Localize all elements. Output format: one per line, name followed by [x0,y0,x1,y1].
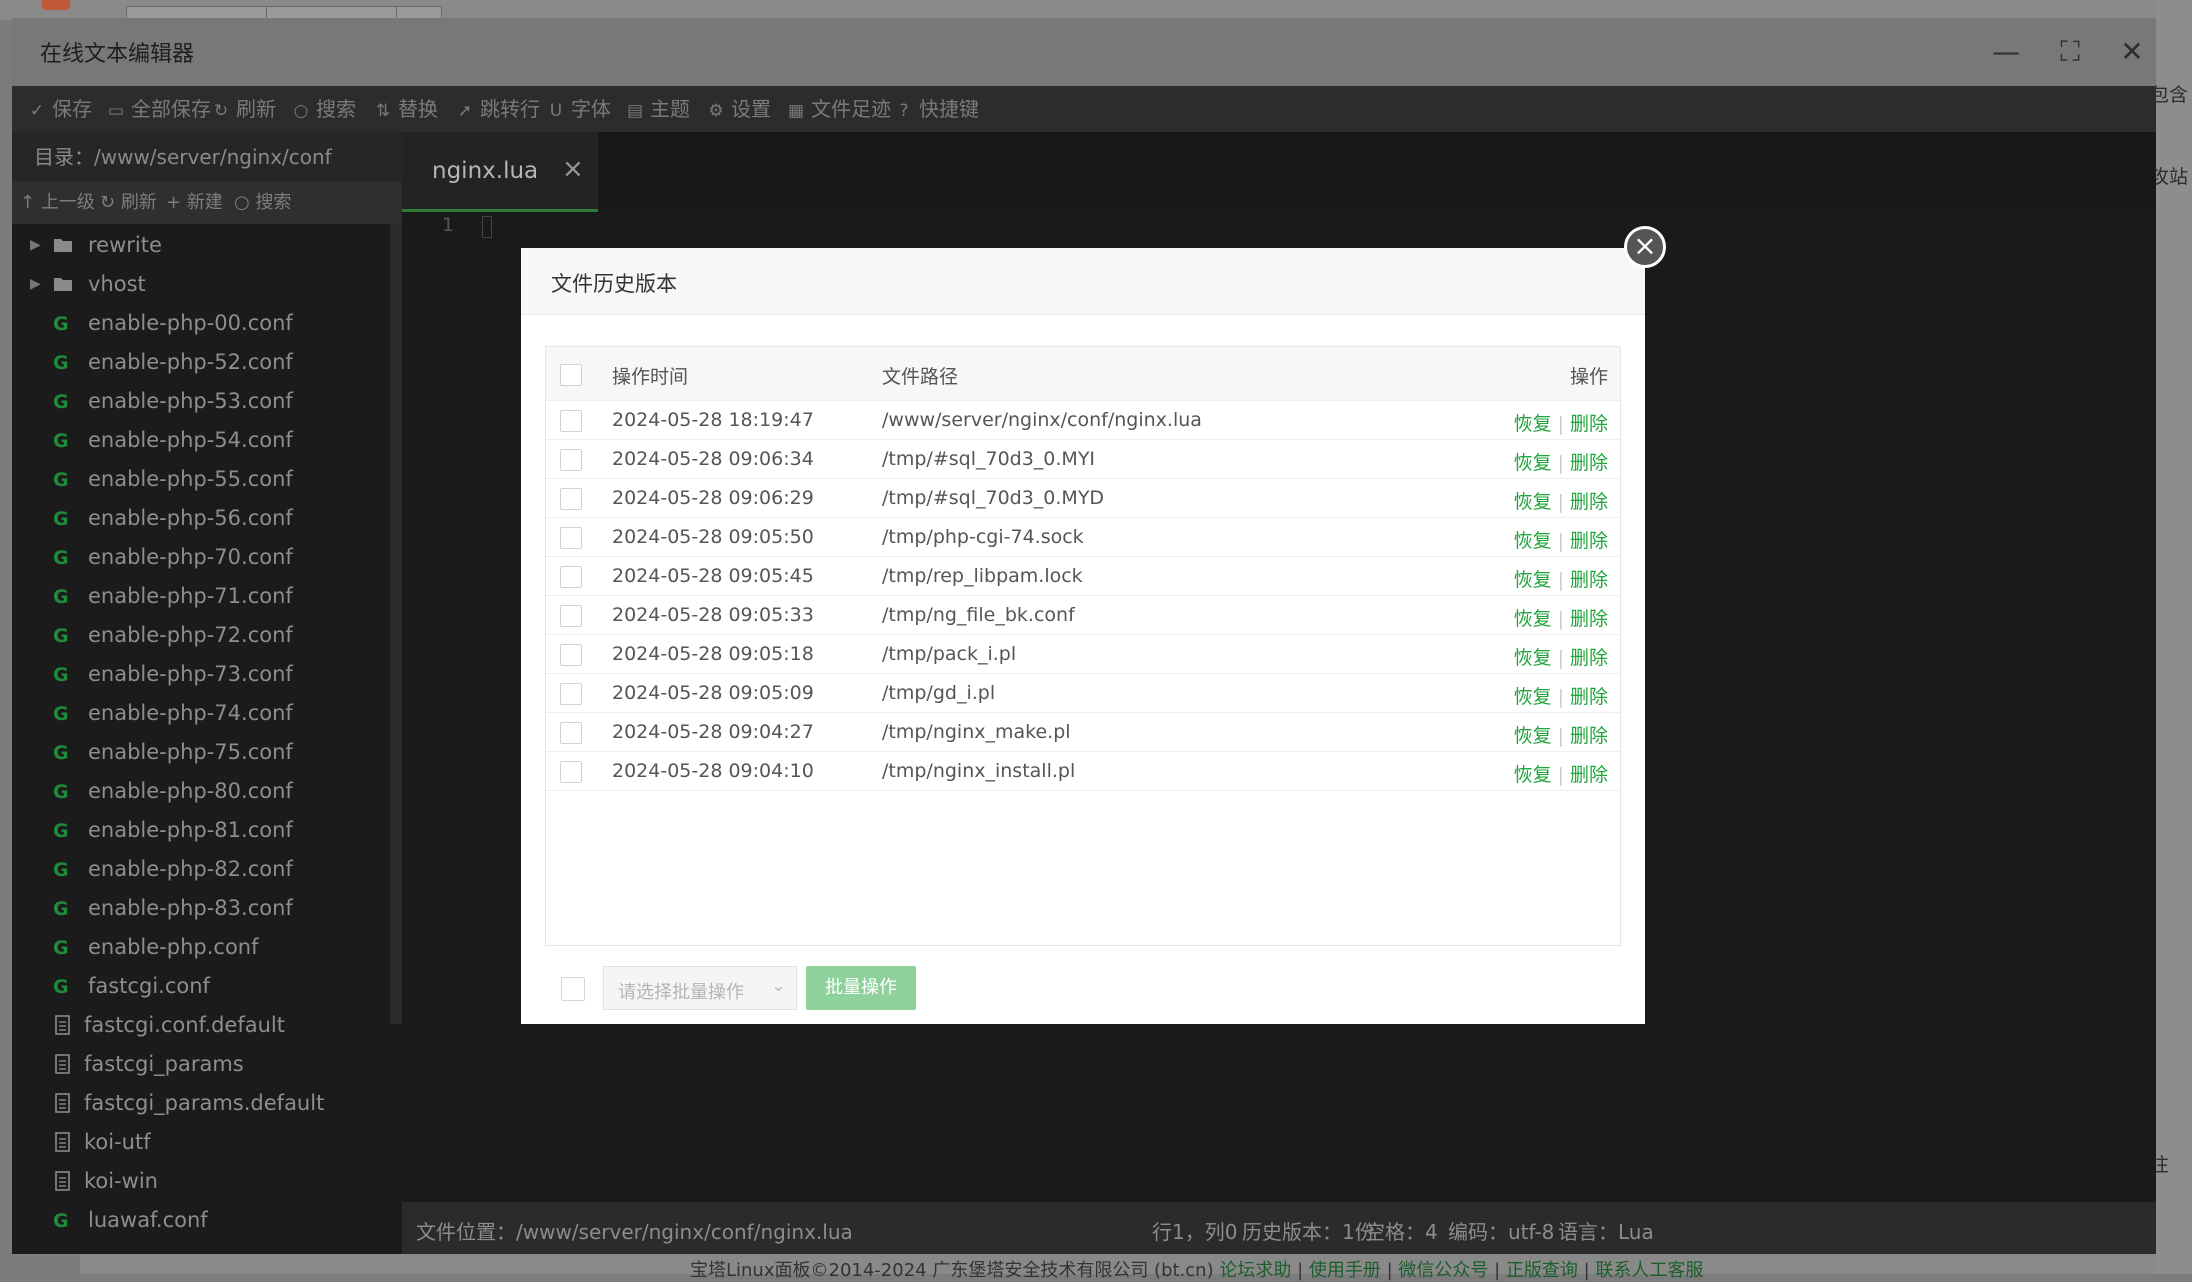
history-table: 操作时间 文件路径 操作 2024-05-28 18:19:47/www/ser… [545,346,1621,946]
row-checkbox[interactable] [560,605,582,627]
row-path: /tmp/#sql_70d3_0.MYD [882,487,1105,509]
chevron-down-icon: ⌄ [770,975,786,996]
delete-link[interactable]: 删除 [1570,725,1608,747]
batch-button[interactable]: 批量操作 [806,966,916,1010]
table-row: 2024-05-28 09:05:50/tmp/php-cgi-74.sock 恢… [546,518,1620,557]
row-actions: 恢复 | 删除 [1514,565,1608,592]
restore-link[interactable]: 恢复 [1514,608,1552,630]
delete-link[interactable]: 删除 [1570,530,1608,552]
select-all-checkbox[interactable] [560,364,582,386]
restore-link[interactable]: 恢复 [1514,452,1552,474]
row-actions: 恢复 | 删除 [1514,526,1608,553]
modal-close-icon[interactable]: × [1624,226,1666,268]
delete-link[interactable]: 删除 [1570,686,1608,708]
row-path: /tmp/gd_i.pl [882,682,996,704]
row-time: 2024-05-28 18:19:47 [612,409,814,431]
row-checkbox[interactable] [560,449,582,471]
delete-link[interactable]: 删除 [1570,647,1608,669]
delete-link[interactable]: 删除 [1570,413,1608,435]
divider: | [1557,491,1564,513]
row-checkbox[interactable] [560,761,582,783]
restore-link[interactable]: 恢复 [1514,725,1552,747]
row-time: 2024-05-28 09:05:33 [612,604,814,626]
delete-link[interactable]: 删除 [1570,452,1608,474]
row-actions: 恢复 | 删除 [1514,643,1608,670]
row-path: /www/server/nginx/conf/nginx.lua [882,409,1202,431]
divider: | [1557,530,1564,552]
delete-link[interactable]: 删除 [1570,569,1608,591]
restore-link[interactable]: 恢复 [1514,491,1552,513]
delete-link[interactable]: 删除 [1570,491,1608,513]
row-checkbox[interactable] [560,566,582,588]
restore-link[interactable]: 恢复 [1514,569,1552,591]
table-header: 操作时间 文件路径 操作 [546,347,1620,401]
row-path: /tmp/nginx_make.pl [882,721,1071,743]
row-path: /tmp/#sql_70d3_0.MYI [882,448,1096,470]
row-actions: 恢复 | 删除 [1514,409,1608,436]
table-row: 2024-05-28 09:06:34/tmp/#sql_70d3_0.MYI 恢… [546,440,1620,479]
modal-header: 文件历史版本 [521,248,1645,315]
row-checkbox[interactable] [560,722,582,744]
row-actions: 恢复 | 删除 [1514,721,1608,748]
divider: | [1557,608,1564,630]
restore-link[interactable]: 恢复 [1514,647,1552,669]
divider: | [1557,764,1564,786]
restore-link[interactable]: 恢复 [1514,764,1552,786]
table-row: 2024-05-28 09:04:10/tmp/nginx_install.pl… [546,752,1620,791]
row-checkbox[interactable] [560,527,582,549]
table-row: 2024-05-28 09:05:33/tmp/ng_file_bk.conf 恢… [546,596,1620,635]
row-time: 2024-05-28 09:06:34 [612,448,814,470]
row-time: 2024-05-28 09:05:09 [612,682,814,704]
row-time: 2024-05-28 09:05:50 [612,526,814,548]
row-path: /tmp/php-cgi-74.sock [882,526,1084,548]
divider: | [1557,413,1564,435]
row-time: 2024-05-28 09:05:45 [612,565,814,587]
history-modal: 文件历史版本 操作时间 文件路径 操作 2024-05-28 18:19:47/… [521,248,1645,1024]
row-actions: 恢复 | 删除 [1514,448,1608,475]
divider: | [1557,569,1564,591]
row-checkbox[interactable] [560,644,582,666]
row-time: 2024-05-28 09:06:29 [612,487,814,509]
row-path: /tmp/rep_libpam.lock [882,565,1083,587]
modal-title: 文件历史版本 [551,272,677,296]
batch-select-placeholder: 请选择批量操作 [618,982,744,1003]
table-row: 2024-05-28 18:19:47/www/server/nginx/con… [546,401,1620,440]
row-path: /tmp/ng_file_bk.conf [882,604,1075,626]
row-path: /tmp/nginx_install.pl [882,760,1076,782]
row-actions: 恢复 | 删除 [1514,604,1608,631]
table-row: 2024-05-28 09:05:45/tmp/rep_libpam.lock 恢… [546,557,1620,596]
row-checkbox[interactable] [560,410,582,432]
restore-link[interactable]: 恢复 [1514,413,1552,435]
row-actions: 恢复 | 删除 [1514,487,1608,514]
row-time: 2024-05-28 09:04:27 [612,721,814,743]
row-time: 2024-05-28 09:05:18 [612,643,814,665]
table-row: 2024-05-28 09:05:09/tmp/gd_i.pl 恢复 | 删除 [546,674,1620,713]
column-header-op: 操作 [1569,366,1608,388]
restore-link[interactable]: 恢复 [1514,686,1552,708]
divider: | [1557,647,1564,669]
batch-checkbox[interactable] [561,977,585,1001]
row-actions: 恢复 | 删除 [1514,682,1608,709]
column-header-path: 文件路径 [882,366,959,388]
batch-select[interactable]: 请选择批量操作 ⌄ [603,966,797,1010]
table-row: 2024-05-28 09:04:27/tmp/nginx_make.pl 恢复 |… [546,713,1620,752]
column-header-time: 操作时间 [612,366,689,388]
divider: | [1557,725,1564,747]
delete-link[interactable]: 删除 [1570,608,1608,630]
delete-link[interactable]: 删除 [1570,764,1608,786]
row-checkbox[interactable] [560,683,582,705]
divider: | [1557,452,1564,474]
table-row: 2024-05-28 09:05:18/tmp/pack_i.pl 恢复 | 删除 [546,635,1620,674]
divider: | [1557,686,1564,708]
restore-link[interactable]: 恢复 [1514,530,1552,552]
row-time: 2024-05-28 09:04:10 [612,760,814,782]
row-actions: 恢复 | 删除 [1514,760,1608,787]
table-row: 2024-05-28 09:06:29/tmp/#sql_70d3_0.MYD 恢… [546,479,1620,518]
row-path: /tmp/pack_i.pl [882,643,1017,665]
row-checkbox[interactable] [560,488,582,510]
